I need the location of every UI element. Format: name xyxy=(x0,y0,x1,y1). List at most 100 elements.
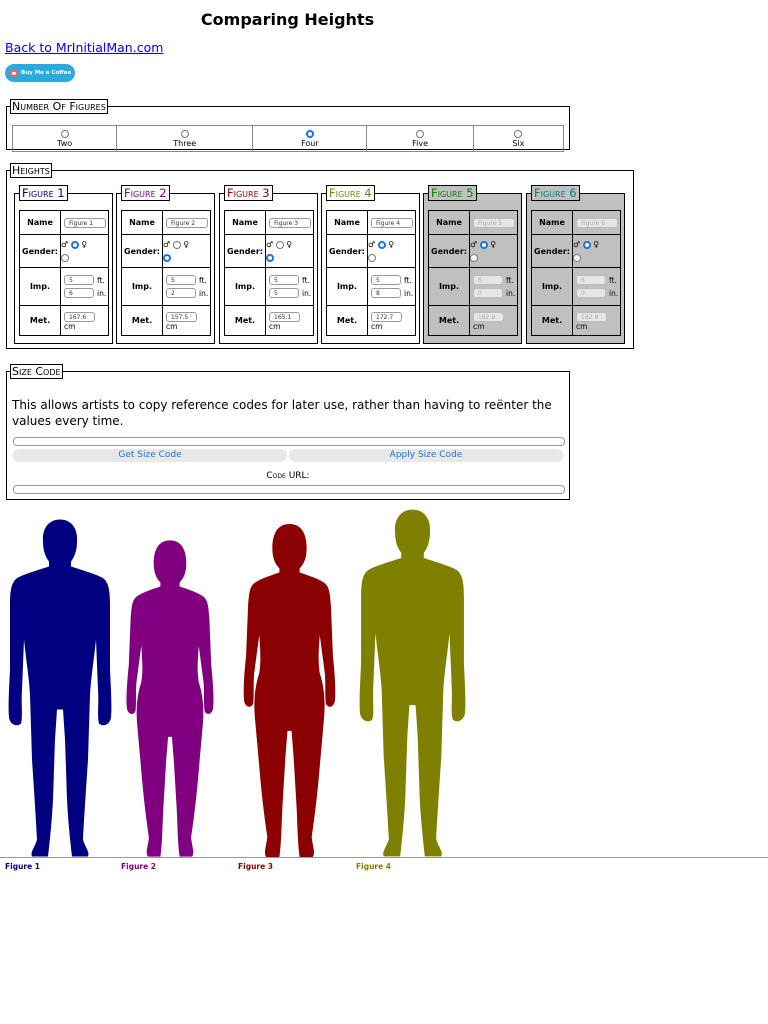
size-code-description: This allows artists to copy reference co… xyxy=(12,398,552,428)
back-link[interactable]: Back to MrInitialMan.com xyxy=(5,40,163,55)
feet-input[interactable]: 6 xyxy=(576,275,606,285)
name-input[interactable]: Figure 6 xyxy=(576,217,618,228)
ground-line xyxy=(0,857,768,858)
inches-unit: in. xyxy=(199,288,209,298)
radio-four[interactable] xyxy=(305,129,314,138)
female-radio[interactable] xyxy=(266,253,274,262)
inches-input[interactable]: 0 xyxy=(576,288,606,298)
feet-input[interactable]: 5 xyxy=(64,275,94,285)
figure-table: Name Figure 1 Gender: ♂ ♀ Imp. 5 ft. 6 in.… xyxy=(19,210,109,336)
feet-unit: ft. xyxy=(97,275,105,285)
male-icon: ♂ xyxy=(470,240,478,249)
male-radio[interactable] xyxy=(582,240,591,249)
name-input[interactable]: Figure 4 xyxy=(371,217,413,228)
gender-label: Gender: xyxy=(531,234,573,268)
feet-input[interactable]: 6 xyxy=(473,275,503,285)
male-icon: ♂ xyxy=(163,240,171,249)
option-four[interactable]: Four xyxy=(253,126,368,151)
option-label: Three xyxy=(173,138,197,148)
figure-panel-5: Figure 5 Name Figure 5 Gender: ♂ ♀ Imp. … xyxy=(423,185,522,344)
cm-input[interactable]: 182.9 xyxy=(473,312,504,322)
figure-panel-6: Figure 6 Name Figure 6 Gender: ♂ ♀ Imp. … xyxy=(526,185,625,344)
cm-input[interactable]: 157.5 xyxy=(166,312,197,322)
feet-input[interactable]: 5 xyxy=(371,275,401,285)
apply-size-code-button[interactable]: Apply Size Code xyxy=(289,449,563,462)
figure-table: Name Figure 5 Gender: ♂ ♀ Imp. 6 ft. 0 in.… xyxy=(428,210,518,336)
figure-legend: Figure 1 xyxy=(19,185,68,201)
name-input[interactable]: Figure 1 xyxy=(64,217,106,228)
radio-five[interactable] xyxy=(416,129,425,138)
url-word: URL: xyxy=(285,471,310,481)
option-six[interactable]: Six xyxy=(474,126,563,151)
inches-input[interactable]: 8 xyxy=(371,288,401,298)
metric-label: Met. xyxy=(121,305,163,336)
name-input[interactable]: Figure 5 xyxy=(473,217,515,228)
female-radio[interactable] xyxy=(368,253,376,262)
gender-label: Gender: xyxy=(428,234,470,268)
size-code-section: Size Code This allows artists to copy re… xyxy=(6,364,570,500)
female-radio[interactable] xyxy=(61,253,69,262)
cm-input[interactable]: 165.1 xyxy=(269,312,300,322)
number-of-figures-options: Two Three Four Five Six xyxy=(12,125,564,152)
buy-me-a-coffee-button[interactable]: Buy Me a Coffee xyxy=(5,64,75,82)
gender-label: Gender: xyxy=(19,234,61,268)
option-label: Six xyxy=(512,138,525,148)
inches-input[interactable]: 5 xyxy=(269,288,299,298)
female-radio[interactable] xyxy=(163,253,171,262)
option-three[interactable]: Three xyxy=(117,126,254,151)
gender-label: Gender: xyxy=(121,234,163,268)
get-size-code-button[interactable]: Get Size Code xyxy=(13,449,287,462)
size-code-textbox[interactable] xyxy=(13,437,565,446)
figure-table: Name Figure 2 Gender: ♂ ♀ Imp. 5 ft. 2 in.… xyxy=(121,210,211,336)
male-radio[interactable] xyxy=(377,240,386,249)
option-five[interactable]: Five xyxy=(367,126,474,151)
feet-input[interactable]: 5 xyxy=(166,275,196,285)
cm-unit: cm xyxy=(371,322,383,331)
option-label: Four xyxy=(301,138,319,148)
cm-unit: cm xyxy=(166,322,178,331)
size-code-legend: Size Code xyxy=(10,364,63,379)
male-icon: ♂ xyxy=(368,240,376,249)
option-two[interactable]: Two xyxy=(13,126,118,151)
name-input[interactable]: Figure 3 xyxy=(269,217,311,228)
figure-table: Name Figure 4 Gender: ♂ ♀ Imp. 5 ft. 8 in.… xyxy=(326,210,416,336)
male-icon: ♂ xyxy=(266,240,274,249)
metric-label: Met. xyxy=(326,305,368,336)
inches-input[interactable]: 0 xyxy=(473,288,503,298)
radio-three[interactable] xyxy=(180,129,189,138)
male-radio[interactable] xyxy=(172,240,181,249)
inches-input[interactable]: 2 xyxy=(166,288,196,298)
female-radio[interactable] xyxy=(573,253,581,262)
female-icon: ♀ xyxy=(286,240,293,249)
female-icon: ♀ xyxy=(183,240,190,249)
male-radio[interactable] xyxy=(70,240,79,249)
silhouette-figure-4 xyxy=(359,509,466,857)
name-label: Name xyxy=(121,210,163,235)
code-url-field[interactable] xyxy=(13,485,565,494)
imperial-label: Imp. xyxy=(531,267,573,306)
inches-input[interactable]: 6 xyxy=(64,288,94,298)
name-input[interactable]: Figure 2 xyxy=(166,217,208,228)
coffee-cup-icon xyxy=(10,69,18,77)
imperial-label: Imp. xyxy=(19,267,61,306)
code-url-label: Code URL: xyxy=(7,471,569,481)
imperial-label: Imp. xyxy=(326,267,368,306)
name-label: Name xyxy=(19,210,61,235)
cm-input[interactable]: 172.7 xyxy=(371,312,402,322)
inches-unit: in. xyxy=(404,288,414,298)
silhouette-label-1: Figure 1 xyxy=(5,862,41,871)
cm-input[interactable]: 182.9 xyxy=(576,312,607,322)
male-radio[interactable] xyxy=(275,240,284,249)
male-icon: ♂ xyxy=(573,240,581,249)
figure-panel-4: Figure 4 Name Figure 4 Gender: ♂ ♀ Imp. … xyxy=(321,185,420,344)
radio-two[interactable] xyxy=(60,129,69,138)
feet-input[interactable]: 5 xyxy=(269,275,299,285)
inches-unit: in. xyxy=(609,288,619,298)
female-radio[interactable] xyxy=(470,253,478,262)
feet-unit: ft. xyxy=(199,275,207,285)
gender-label: Gender: xyxy=(224,234,266,268)
metric-label: Met. xyxy=(531,305,573,336)
male-radio[interactable] xyxy=(479,240,488,249)
radio-six[interactable] xyxy=(514,129,523,138)
cm-input[interactable]: 167.6 xyxy=(64,312,95,322)
